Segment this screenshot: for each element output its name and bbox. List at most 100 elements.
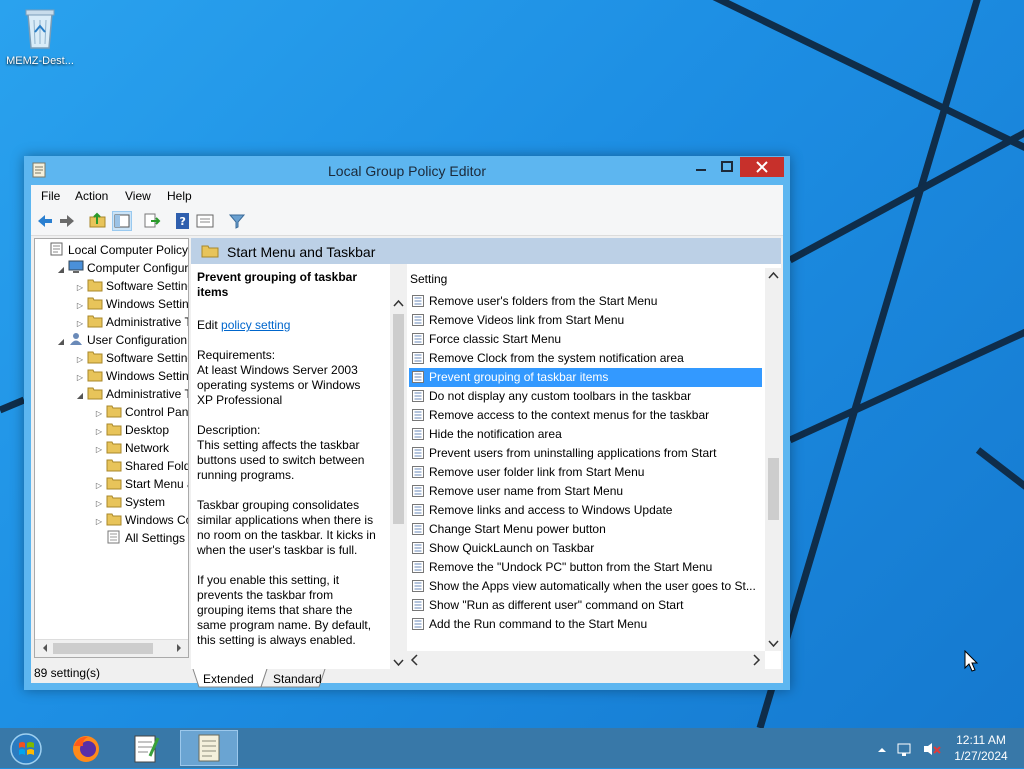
tree-node[interactable]: Shared Folder: [94, 457, 188, 475]
tree-node-label: Shared Folder: [125, 459, 188, 473]
policy-setting-row[interactable]: Force classic Start Menu: [409, 330, 762, 349]
title-bar[interactable]: Local Group Policy Editor: [24, 156, 790, 186]
policy-setting-row[interactable]: Remove Videos link from Start Menu: [409, 311, 762, 330]
properties-button[interactable]: [195, 211, 215, 231]
policy-setting-icon: [412, 332, 424, 345]
policy-setting-icon: [412, 351, 424, 364]
expanded-arrow-icon[interactable]: ◢: [56, 333, 66, 351]
maximize-button[interactable]: [714, 157, 740, 177]
close-icon: [756, 161, 768, 173]
group-policy-window[interactable]: Local Group Policy Editor File Action Vi…: [24, 156, 790, 690]
tree-node[interactable]: ◢ Computer Configura: [56, 259, 188, 279]
tree-node[interactable]: ▷Software Settings: [75, 277, 188, 295]
policy-setting-row[interactable]: Remove links and access to Windows Updat…: [409, 501, 762, 520]
tree-node-label: Windows Setting: [106, 369, 189, 383]
menu-action[interactable]: Action: [75, 189, 108, 203]
up-folder-button[interactable]: [88, 211, 108, 231]
folder-icon: [87, 368, 103, 382]
policy-setting-row[interactable]: Change Start Menu power button: [409, 520, 762, 539]
taskbar-notepad-plus[interactable]: [124, 730, 168, 766]
policy-setting-label: Prevent grouping of taskbar items: [429, 370, 609, 384]
tray-clock[interactable]: 12:11 AM 1/27/2024: [952, 732, 1010, 764]
windows-start-icon: [10, 733, 42, 765]
policy-setting-row[interactable]: Prevent users from uninstalling applicat…: [409, 444, 762, 463]
column-header-setting[interactable]: Setting: [407, 268, 767, 290]
policy-setting-icon: [412, 617, 424, 630]
folder-icon: [87, 314, 103, 328]
tree-node[interactable]: ▷Control Panel: [94, 403, 188, 421]
tree-node-label: Network: [125, 441, 170, 455]
edit-policy-link[interactable]: policy setting: [221, 318, 290, 332]
policy-setting-row[interactable]: Show the Apps view automatically when th…: [409, 577, 762, 596]
policy-setting-row[interactable]: Remove the "Undock PC" button from the S…: [409, 558, 762, 577]
user-icon: [68, 332, 84, 345]
menu-file[interactable]: File: [41, 189, 60, 203]
export-list-button[interactable]: [142, 211, 162, 231]
tree-node[interactable]: ◢ Administrative Te: [75, 385, 188, 405]
tree-node[interactable]: Local Computer Policy: [37, 241, 188, 259]
tree-node[interactable]: ▷ Windows Setting: [75, 367, 189, 385]
close-button[interactable]: [740, 157, 784, 177]
edit-prefix: Edit: [197, 318, 218, 332]
minimize-button[interactable]: [688, 157, 714, 177]
policy-setting-row[interactable]: Add the Run command to the Start Menu: [409, 615, 762, 634]
policy-setting-row[interactable]: Remove user's folders from the Start Men…: [409, 292, 762, 311]
notepad-icon: [134, 735, 160, 763]
help-button[interactable]: ?: [173, 211, 193, 231]
tree-node[interactable]: ▷ Windows Setting: [75, 295, 188, 313]
tree-node[interactable]: ◢ User Configuration: [56, 331, 187, 349]
tree-node-label: Local Computer Policy: [68, 243, 189, 257]
tree-node[interactable]: ▷ Desktop: [94, 421, 169, 439]
settings-list[interactable]: Setting Remove user's folders from the S…: [407, 264, 781, 669]
forward-button[interactable]: [57, 211, 77, 231]
forward-arrow-icon: [60, 215, 74, 227]
show-hide-tree-button[interactable]: [112, 211, 132, 231]
expanded-arrow-icon[interactable]: ◢: [75, 387, 85, 405]
tree-node[interactable]: ▷Software Settings: [75, 349, 188, 367]
policy-setting-row[interactable]: Remove access to the context menus for t…: [409, 406, 762, 425]
tree-node[interactable]: ▷Windows Cor: [94, 511, 188, 529]
policy-tree[interactable]: Local Computer Policy ◢ Computer Configura…: [34, 238, 189, 658]
properties-icon: [196, 214, 214, 228]
policy-setting-row[interactable]: Remove Clock from the system notificatio…: [409, 349, 762, 368]
list-vertical-scrollbar[interactable]: [765, 268, 781, 651]
filter-button[interactable]: [227, 211, 247, 231]
taskbar-gpedit[interactable]: [180, 730, 238, 766]
policy-setting-row[interactable]: Prevent grouping of taskbar items: [409, 368, 762, 387]
expanded-arrow-icon[interactable]: ◢: [56, 261, 66, 279]
tree-node[interactable]: ▷ Network: [94, 439, 169, 457]
policy-setting-label: Remove Videos link from Start Menu: [429, 313, 625, 327]
category-title: Start Menu and Taskbar: [227, 244, 376, 260]
menu-bar: File Action View Help: [31, 185, 783, 207]
mouse-cursor-icon: [964, 650, 979, 672]
policy-setting-row[interactable]: Do not display any custom toolbars in th…: [409, 387, 762, 406]
requirements-text: At least Windows Server 2003 operating s…: [197, 363, 361, 407]
policy-setting-label: Do not display any custom toolbars in th…: [429, 389, 692, 403]
tree-node[interactable]: All Settings: [94, 529, 185, 547]
start-button[interactable]: [4, 730, 48, 766]
folder-icon: [87, 386, 103, 400]
category-header: Start Menu and Taskbar: [191, 238, 781, 264]
policy-setting-label: Show the Apps view automatically when th…: [429, 579, 756, 593]
back-button[interactable]: [35, 211, 55, 231]
policy-setting-row[interactable]: Show "Run as different user" command on …: [409, 596, 762, 615]
description-scrollbar[interactable]: [390, 264, 407, 669]
policy-setting-row[interactable]: Show QuickLaunch on Taskbar: [409, 539, 762, 558]
tree-node-label: System: [125, 495, 166, 509]
tree-node[interactable]: ▷ Administrative Te: [75, 313, 188, 331]
tree-horizontal-scrollbar[interactable]: [35, 639, 188, 657]
policy-setting-row[interactable]: Remove user folder link from Start Menu: [409, 463, 762, 482]
policy-setting-icon: [412, 503, 424, 516]
policy-setting-row[interactable]: Hide the notification area: [409, 425, 762, 444]
policy-setting-icon: [412, 408, 424, 421]
recycle-bin-desktop-icon[interactable]: MEMZ-Dest...: [2, 6, 78, 67]
menu-help[interactable]: Help: [167, 189, 192, 203]
taskbar-firefox[interactable]: [64, 730, 108, 766]
folder-icon: [106, 404, 122, 418]
description-title: Prevent grouping of taskbar items: [197, 270, 358, 299]
policy-setting-row[interactable]: Remove user name from Start Menu: [409, 482, 762, 501]
tree-node[interactable]: ▷Start Menu ar: [94, 475, 188, 493]
tree-node[interactable]: ▷ System: [94, 493, 165, 511]
tree-node-label: All Settings: [125, 531, 186, 545]
menu-view[interactable]: View: [125, 189, 151, 203]
